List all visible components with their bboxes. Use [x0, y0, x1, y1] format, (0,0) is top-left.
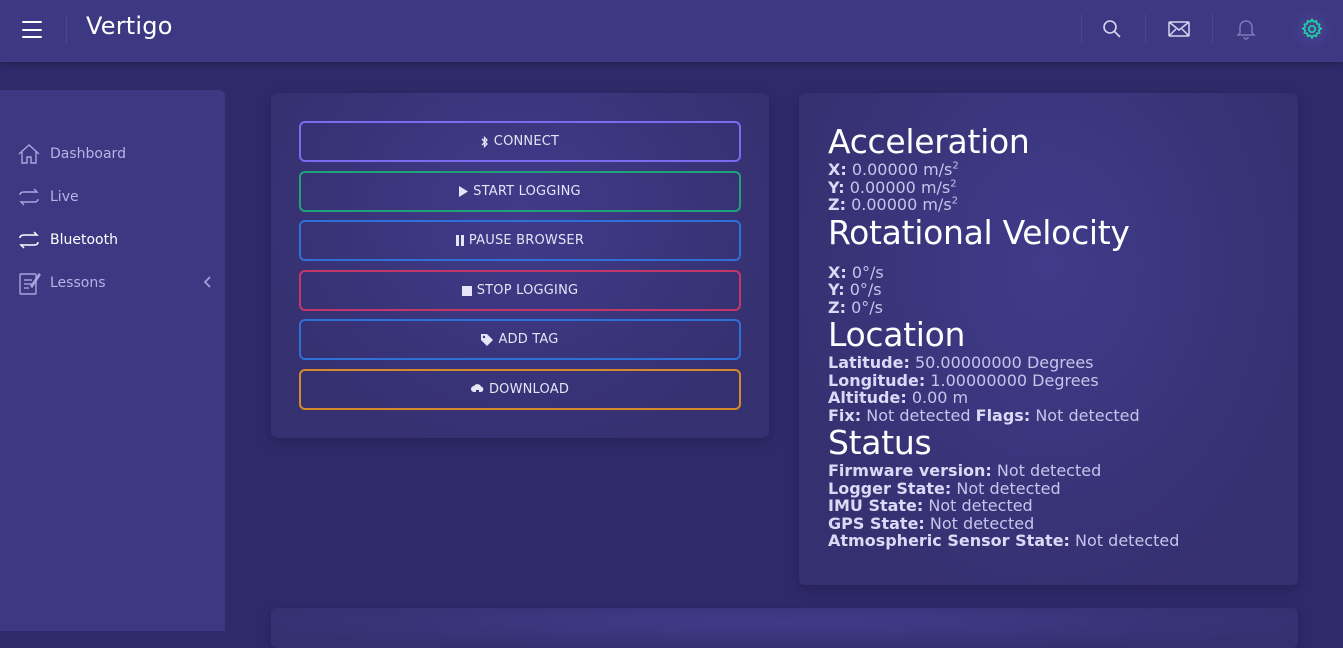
acceleration-x: X: 0.00000 m/s2 [828, 160, 959, 179]
notepad-icon [16, 270, 42, 296]
search-icon[interactable] [1095, 14, 1129, 44]
arrows-icon [16, 184, 42, 210]
sidebar-item-lessons[interactable]: Lessons [16, 268, 221, 298]
play-icon [459, 186, 469, 197]
location-fix-flags: Fix: Not detected Flags: Not detected [828, 405, 1140, 425]
acceleration-title: Acceleration [828, 122, 1030, 161]
connect-label: CONNECT [493, 134, 560, 149]
arrows-icon [16, 227, 42, 253]
top-navbar: Vertigo [0, 0, 1343, 62]
app-title: Vertigo [86, 12, 173, 40]
sidebar: Dashboard Live Bluetooth Lessons [0, 90, 225, 631]
rotational-velocity-y: Y: 0°/s [828, 280, 882, 299]
bell-icon[interactable] [1229, 14, 1263, 44]
download-label: DOWNLOAD [488, 382, 570, 397]
settings-button[interactable] [1290, 9, 1334, 49]
navbar-divider [1081, 14, 1082, 44]
stop-icon [461, 285, 472, 296]
controls-card: CONNECT START LOGGING PAUSE BROWSER STOP… [271, 93, 769, 438]
menu-icon[interactable] [22, 21, 42, 38]
sidebar-item-label: Lessons [50, 275, 106, 291]
sidebar-item-label: Bluetooth [50, 232, 118, 248]
tag-icon [481, 333, 494, 346]
pause-browser-label: PAUSE BROWSER [468, 233, 585, 248]
status-imu: IMU State: Not detected [828, 496, 1033, 515]
sensor-info-card: Acceleration X: 0.00000 m/s2 Y: 0.00000 … [799, 93, 1298, 585]
download-button[interactable]: DOWNLOAD [299, 369, 741, 410]
stop-logging-label: STOP LOGGING [476, 283, 579, 298]
sidebar-item-dashboard[interactable]: Dashboard [16, 139, 221, 169]
chevron-left-icon[interactable] [203, 275, 213, 293]
pause-browser-button[interactable]: PAUSE BROWSER [299, 220, 741, 261]
location-title: Location [828, 315, 966, 354]
status-logger: Logger State: Not detected [828, 478, 1061, 498]
acceleration-z: Z: 0.00000 m/s2 [828, 195, 959, 214]
acceleration-y: Y: 0.00000 m/s2 [828, 177, 957, 197]
pause-icon [455, 235, 464, 246]
mail-icon[interactable] [1162, 14, 1196, 44]
add-tag-button[interactable]: ADD TAG [299, 319, 741, 360]
stop-logging-button[interactable]: STOP LOGGING [299, 270, 741, 311]
location-altitude: Altitude: 0.00 m [828, 388, 969, 407]
status-firmware: Firmware version: Not detected [828, 461, 1102, 480]
sidebar-item-label: Live [50, 189, 79, 205]
location-longitude: Longitude: 1.00000000 Degrees [828, 370, 1099, 390]
start-logging-button[interactable]: START LOGGING [299, 171, 741, 212]
rotational-velocity-z: Z: 0°/s [828, 297, 883, 317]
sidebar-item-live[interactable]: Live [16, 182, 221, 212]
navbar-divider [66, 14, 67, 44]
start-logging-label: START LOGGING [473, 184, 581, 199]
status-atmospheric: Atmospheric Sensor State: Not detected [828, 531, 1180, 550]
bluetooth-icon [481, 135, 489, 148]
gear-icon [1301, 18, 1323, 40]
status-title: Status [828, 423, 932, 462]
connect-button[interactable]: CONNECT [299, 121, 741, 162]
bottom-card [271, 608, 1298, 648]
sidebar-item-bluetooth[interactable]: Bluetooth [16, 225, 221, 255]
sidebar-item-label: Dashboard [50, 146, 126, 162]
navbar-divider [1212, 14, 1213, 44]
rotational-velocity-title: Rotational Velocity [828, 212, 1130, 252]
add-tag-label: ADD TAG [498, 332, 559, 347]
status-gps: GPS State: Not detected [828, 513, 1035, 533]
navbar-divider [1145, 14, 1146, 44]
rotational-velocity-x: X: 0°/s [828, 262, 884, 282]
home-icon [16, 141, 42, 167]
location-latitude: Latitude: 50.00000000 Degrees [828, 353, 1094, 372]
cloud-download-icon [470, 384, 484, 395]
